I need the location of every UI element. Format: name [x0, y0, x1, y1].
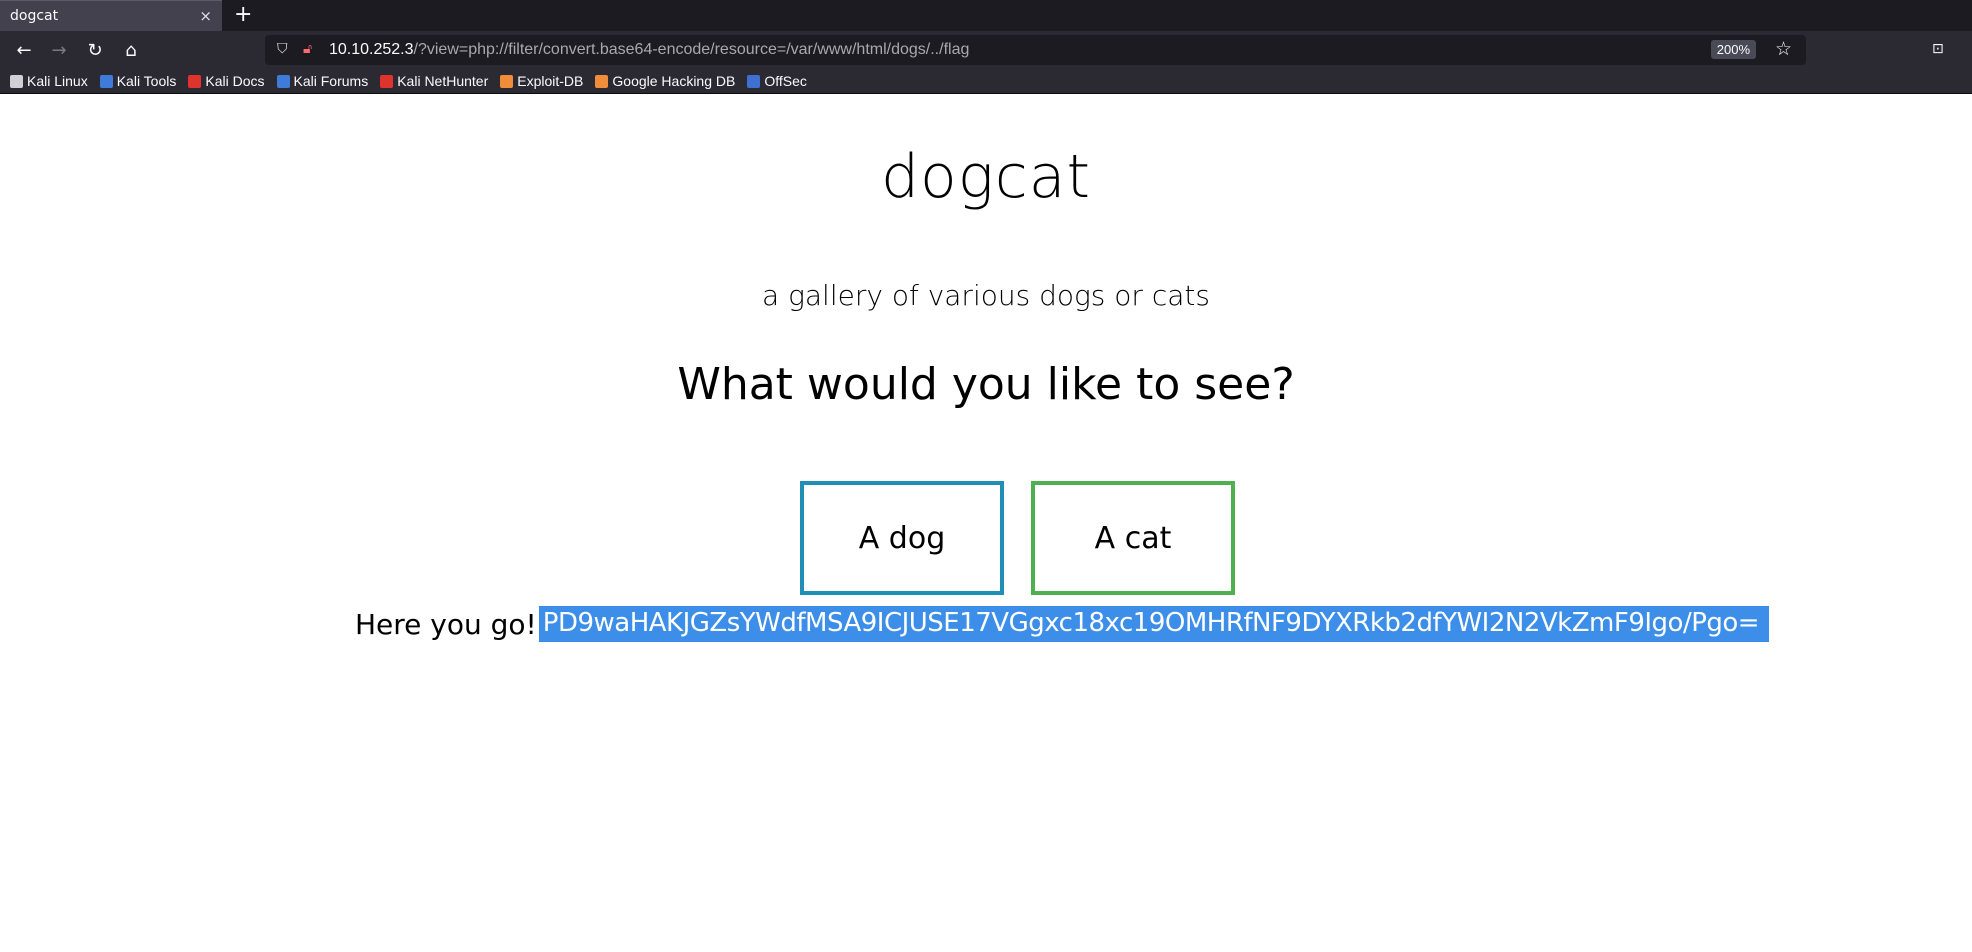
bookmark-item[interactable]: Kali Docs — [188, 73, 265, 89]
bookmark-item[interactable]: Kali Linux — [10, 73, 88, 89]
address-bar[interactable]: ⛉ 🔓︎ 10.10.252.3/?view=php://filter/conv… — [265, 35, 1806, 65]
bookmark-label: Google Hacking DB — [612, 73, 736, 89]
url-path: /?view=php://filter/convert.base64-encod… — [413, 41, 970, 58]
result-label: Here you go! — [355, 607, 537, 641]
tab-title: dogcat — [10, 8, 59, 24]
bookmark-item[interactable]: Exploit-DB — [500, 73, 583, 89]
reload-icon[interactable]: ↻ — [85, 40, 105, 61]
bookmarks-toolbar: Kali Linux Kali Tools Kali Docs Kali Forums… — [0, 69, 1972, 94]
bookmark-label: Kali Docs — [205, 73, 265, 89]
tab-bar: dogcat × + — [0, 0, 1972, 31]
bookmark-item[interactable]: Kali Forums — [276, 73, 369, 89]
page-subtitle: a gallery of various dogs or cats — [762, 279, 1210, 312]
offsec-icon — [747, 74, 761, 88]
result-line: Here you go! PD9waHAKJGZsYWdfMSA9ICJUSE17… — [355, 606, 1770, 642]
back-icon[interactable]: ← — [14, 40, 34, 61]
bookmark-label: OffSec — [764, 73, 807, 89]
url-text[interactable]: 10.10.252.3/?view=php://filter/convert.b… — [329, 41, 969, 59]
kali-forums-icon — [276, 74, 290, 88]
page-title: dogcat — [880, 142, 1092, 212]
bookmark-item[interactable]: OffSec — [747, 73, 807, 89]
tab-dogcat[interactable]: dogcat × — [0, 0, 222, 31]
bookmark-item[interactable]: Kali NetHunter — [380, 73, 488, 89]
dog-button[interactable]: A dog — [800, 481, 1004, 595]
kali-dragon-icon — [10, 74, 23, 88]
navigation-bar: ← → ↻ ⌂ ⛉ 🔓︎ 10.10.252.3/?view=php://fil… — [0, 31, 1972, 69]
url-host: 10.10.252.3 — [329, 41, 414, 58]
close-tab-icon[interactable]: × — [199, 7, 212, 25]
nethunter-icon — [380, 74, 394, 88]
zoom-level[interactable]: 200% — [1710, 40, 1756, 59]
base64-output[interactable]: PD9waHAKJGZsYWdfMSA9ICJUSE17VGgxc18xc19O… — [538, 606, 1770, 642]
kali-docs-icon — [188, 74, 202, 88]
ghdb-icon — [595, 74, 609, 88]
bookmark-item[interactable]: Kali Tools — [99, 73, 177, 89]
bookmark-star-icon[interactable]: ☆ — [1775, 38, 1792, 60]
bookmark-item[interactable]: Google Hacking DB — [595, 73, 735, 89]
page-content: dogcat a gallery of various dogs or cats… — [0, 94, 1972, 952]
exploit-db-icon — [500, 74, 514, 88]
insecure-lock-icon[interactable]: 🔓︎ — [303, 41, 312, 57]
pocket-icon[interactable]: ⊡ — [1932, 41, 1944, 57]
bookmark-label: Kali NetHunter — [397, 73, 489, 89]
bookmark-label: Exploit-DB — [517, 73, 584, 89]
bookmark-label: Kali Tools — [116, 73, 177, 89]
kali-tools-icon — [99, 74, 113, 88]
forward-icon[interactable]: → — [49, 40, 69, 61]
bookmark-label: Kali Linux — [27, 73, 88, 89]
cat-button[interactable]: A cat — [1031, 481, 1235, 595]
home-icon[interactable]: ⌂ — [121, 40, 141, 61]
new-tab-button[interactable]: + — [234, 2, 252, 27]
question-heading: What would you like to see? — [677, 359, 1295, 410]
tracking-shield-icon[interactable]: ⛉ — [277, 41, 288, 57]
bookmark-label: Kali Forums — [293, 73, 369, 89]
